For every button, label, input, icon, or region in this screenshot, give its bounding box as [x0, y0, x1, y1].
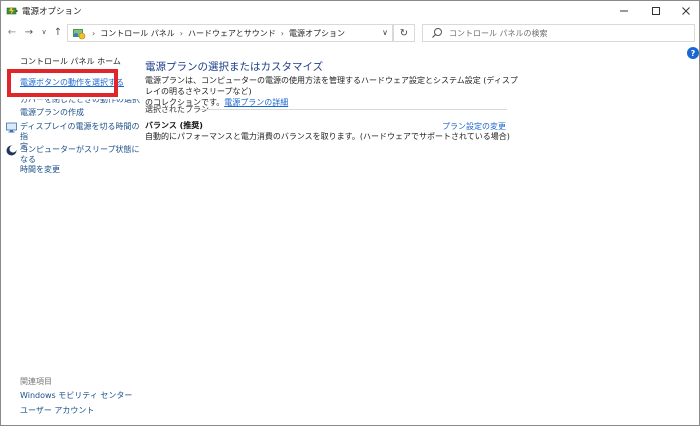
help-icon[interactable]: ?	[687, 47, 699, 59]
sleep-moon-icon	[6, 145, 17, 156]
chevron-down-icon: ∨	[41, 28, 47, 36]
navigation-bar: ← → ∨ ↑ › コントロール パネル › ハードウェアとサウンド › 電源オ…	[1, 21, 699, 45]
address-dropdown-icon[interactable]: ∨	[382, 28, 388, 37]
close-button[interactable]	[671, 1, 700, 21]
power-options-icon	[6, 7, 18, 15]
related-heading: 関連項目	[20, 377, 52, 386]
sleep-time-link[interactable]: コンピューターがスリープ状態になる 時間を変更	[20, 145, 141, 175]
recent-locations-button[interactable]: ∨	[37, 24, 51, 40]
title-bar: 電源オプション	[1, 1, 699, 21]
power-plan-details-link[interactable]: 電源プランの詳細	[224, 98, 288, 107]
breadcrumb-control-panel[interactable]: コントロール パネル	[100, 28, 175, 39]
refresh-button[interactable]: ↻	[393, 24, 415, 42]
divider	[200, 109, 507, 110]
power-options-window: 電源オプション ← → ∨ ↑ › コントロール パネル › ハードウェアとサウ…	[0, 0, 700, 426]
left-pane: コントロール パネル ホーム 電源ボタンの動作を選択する カバーを閉じたときの動…	[1, 45, 141, 425]
minimize-icon	[620, 10, 628, 12]
choose-power-button-link[interactable]: 電源ボタンの動作を選択する	[20, 78, 124, 88]
arrow-right-icon: →	[24, 26, 34, 38]
search-icon	[432, 28, 442, 38]
up-button[interactable]: ↑	[51, 24, 65, 40]
description-line1: 電源プランは、コンピューターの電源の使用方法を管理するハードウェア設定とシステム…	[145, 76, 518, 96]
control-panel-home-link[interactable]: コントロール パネル ホーム	[20, 56, 121, 67]
search-input[interactable]	[449, 28, 689, 38]
windows-mobility-center-link[interactable]: Windows モビリティ センター	[20, 390, 132, 401]
plan-name: バランス (推奨)	[145, 121, 203, 130]
breadcrumb-separator-icon: ›	[179, 28, 183, 38]
back-button[interactable]: ←	[5, 24, 19, 40]
sleep-time-line1: コンピューターがスリープ状態になる	[20, 145, 140, 164]
arrow-up-icon: ↑	[53, 26, 63, 38]
minimize-button[interactable]	[609, 1, 639, 21]
create-power-plan-link[interactable]: 電源プランの作成	[20, 108, 84, 118]
window-title: 電源オプション	[22, 7, 82, 17]
breadcrumb-power-options[interactable]: 電源オプション	[289, 28, 345, 39]
breadcrumb-separator-icon: ›	[92, 28, 96, 38]
arrow-left-icon: ←	[7, 26, 17, 38]
breadcrumb-separator-icon: ›	[280, 28, 284, 38]
control-panel-icon	[73, 29, 86, 40]
maximize-button[interactable]	[641, 1, 671, 21]
change-plan-settings-link[interactable]: プラン設定の変更	[442, 121, 506, 132]
search-box[interactable]	[422, 24, 695, 42]
plan-description: 自動的にパフォーマンスと電力消費のバランスを取ります。(ハードウェアでサポートさ…	[145, 132, 510, 141]
page-title: 電源プランの選択またはカスタマイズ	[145, 61, 324, 73]
breadcrumb-hardware-sound[interactable]: ハードウェアとサウンド	[188, 28, 276, 39]
user-accounts-link[interactable]: ユーザー アカウント	[20, 405, 94, 416]
refresh-icon: ↻	[399, 27, 409, 39]
address-bar[interactable]: › コントロール パネル › ハードウェアとサウンド › 電源オプション ∨	[67, 24, 393, 42]
sleep-time-line2: 時間を変更	[20, 165, 60, 174]
choose-lid-close-link[interactable]: カバーを閉じたときの動作の選択	[20, 99, 140, 105]
display-off-time-line1: ディスプレイの電源を切る時間の指	[20, 122, 140, 141]
forward-button[interactable]: →	[22, 24, 36, 40]
close-icon	[682, 7, 690, 15]
maximize-icon	[652, 7, 660, 15]
display-power-icon	[6, 122, 17, 133]
